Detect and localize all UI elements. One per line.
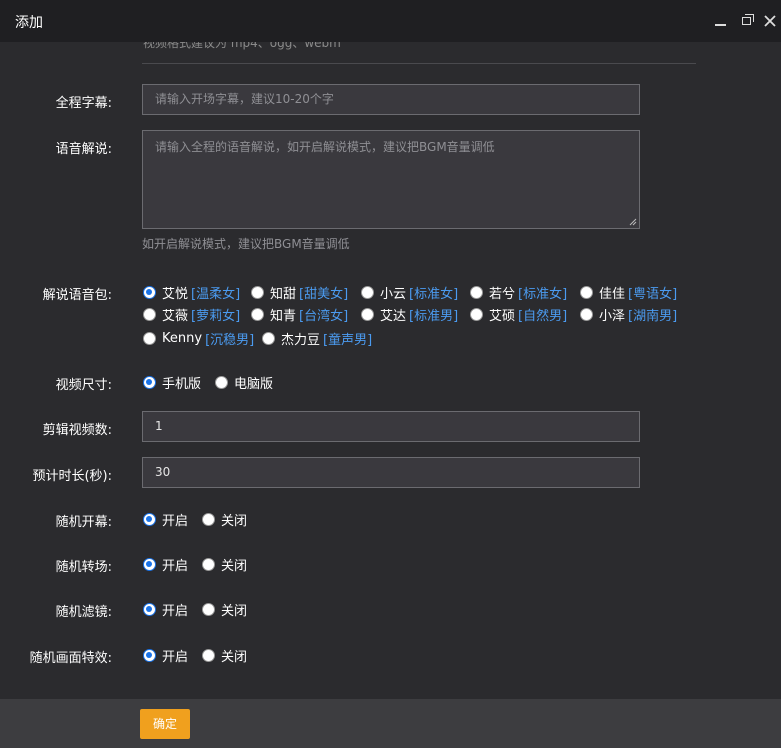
random-filter-off[interactable]: 关闭 bbox=[202, 600, 247, 619]
duration-label: 预计时长(秒): bbox=[32, 469, 112, 484]
radio-icon bbox=[215, 376, 228, 389]
voice-option[interactable]: 艾悦 [温柔女] bbox=[143, 283, 240, 302]
voice-option[interactable]: 知甜 [甜美女] bbox=[251, 283, 348, 302]
subtitle-input[interactable]: 请输入开场字幕，建议10-20个字 bbox=[142, 84, 640, 115]
random-transition-on[interactable]: 开启 bbox=[143, 555, 188, 574]
narration-label: 语音解说: bbox=[55, 142, 112, 157]
format-hint: 视频格式建议为 mp4、ogg、webm bbox=[143, 42, 341, 50]
random-filter-label: 随机滤镜: bbox=[55, 605, 112, 620]
divider bbox=[142, 63, 696, 64]
radio-icon bbox=[580, 308, 593, 321]
random-transition-label: 随机转场: bbox=[55, 560, 112, 575]
radio-icon bbox=[361, 308, 374, 321]
voice-option[interactable]: Kenny [沉稳男] bbox=[143, 329, 254, 348]
random-transition-off[interactable]: 关闭 bbox=[202, 555, 247, 574]
radio-icon bbox=[470, 308, 483, 321]
minimize-icon[interactable] bbox=[713, 13, 729, 29]
clip-count-input[interactable]: 1 bbox=[142, 411, 640, 442]
narration-textarea[interactable]: 请输入全程的语音解说，如开启解说模式，建议把BGM音量调低 bbox=[142, 130, 640, 229]
radio-icon bbox=[143, 332, 156, 345]
radio-icon bbox=[262, 332, 275, 345]
video-size-mobile[interactable]: 手机版 bbox=[143, 373, 201, 392]
radio-checked-icon bbox=[143, 513, 156, 526]
radio-icon bbox=[251, 308, 264, 321]
voice-option[interactable]: 小泽 [湖南男] bbox=[580, 305, 677, 324]
radio-icon bbox=[251, 286, 264, 299]
narration-hint: 如开启解说模式，建议把BGM音量调低 bbox=[142, 237, 350, 251]
radio-icon bbox=[361, 286, 374, 299]
window-title: 添加 bbox=[15, 15, 43, 31]
duration-input[interactable]: 30 bbox=[142, 457, 640, 488]
resize-grip-icon[interactable] bbox=[629, 218, 637, 226]
voice-option[interactable]: 艾硕 [自然男] bbox=[470, 305, 567, 324]
voice-option[interactable]: 艾薇 [萝莉女] bbox=[143, 305, 240, 324]
radio-checked-icon bbox=[143, 558, 156, 571]
narration-placeholder: 请输入全程的语音解说，如开启解说模式，建议把BGM音量调低 bbox=[155, 140, 495, 154]
clip-count-label: 剪辑视频数: bbox=[42, 423, 112, 438]
radio-checked-icon bbox=[143, 649, 156, 662]
voice-option[interactable]: 艾达 [标准男] bbox=[361, 305, 458, 324]
radio-icon bbox=[202, 558, 215, 571]
video-size-label: 视频尺寸: bbox=[55, 378, 112, 393]
radio-checked-icon bbox=[143, 376, 156, 389]
random-filter-on[interactable]: 开启 bbox=[143, 600, 188, 619]
maximize-icon[interactable] bbox=[740, 13, 756, 29]
radio-icon bbox=[470, 286, 483, 299]
random-effects-label: 随机画面特效: bbox=[29, 651, 112, 666]
voice-option[interactable]: 佳佳 [粤语女] bbox=[580, 283, 677, 302]
form-content: 视频格式建议为 mp4、ogg、webm 全程字幕: 请输入开场字幕，建议10-… bbox=[0, 42, 781, 699]
radio-icon bbox=[143, 308, 156, 321]
voice-option[interactable]: 小云 [标准女] bbox=[361, 283, 458, 302]
radio-icon bbox=[202, 649, 215, 662]
subtitle-label: 全程字幕: bbox=[55, 96, 112, 111]
radio-checked-icon bbox=[143, 603, 156, 616]
voice-pack-label: 解说语音包: bbox=[42, 288, 112, 303]
confirm-button[interactable]: 确定 bbox=[140, 709, 190, 739]
voice-option[interactable]: 若兮 [标准女] bbox=[470, 283, 567, 302]
radio-icon bbox=[580, 286, 593, 299]
random-opening-label: 随机开幕: bbox=[55, 515, 112, 530]
voice-option[interactable]: 知青 [台湾女] bbox=[251, 305, 348, 324]
footer-bar: 确定 bbox=[0, 699, 781, 748]
random-effects-on[interactable]: 开启 bbox=[143, 646, 188, 665]
video-size-desktop[interactable]: 电脑版 bbox=[215, 373, 273, 392]
radio-icon bbox=[202, 513, 215, 526]
random-effects-off[interactable]: 关闭 bbox=[202, 646, 247, 665]
voice-option[interactable]: 杰力豆 [童声男] bbox=[262, 329, 372, 348]
title-bar: 添加 bbox=[0, 0, 781, 42]
radio-icon bbox=[202, 603, 215, 616]
close-icon[interactable] bbox=[763, 13, 779, 29]
radio-checked-icon bbox=[143, 286, 156, 299]
random-opening-on[interactable]: 开启 bbox=[143, 510, 188, 529]
random-opening-off[interactable]: 关闭 bbox=[202, 510, 247, 529]
